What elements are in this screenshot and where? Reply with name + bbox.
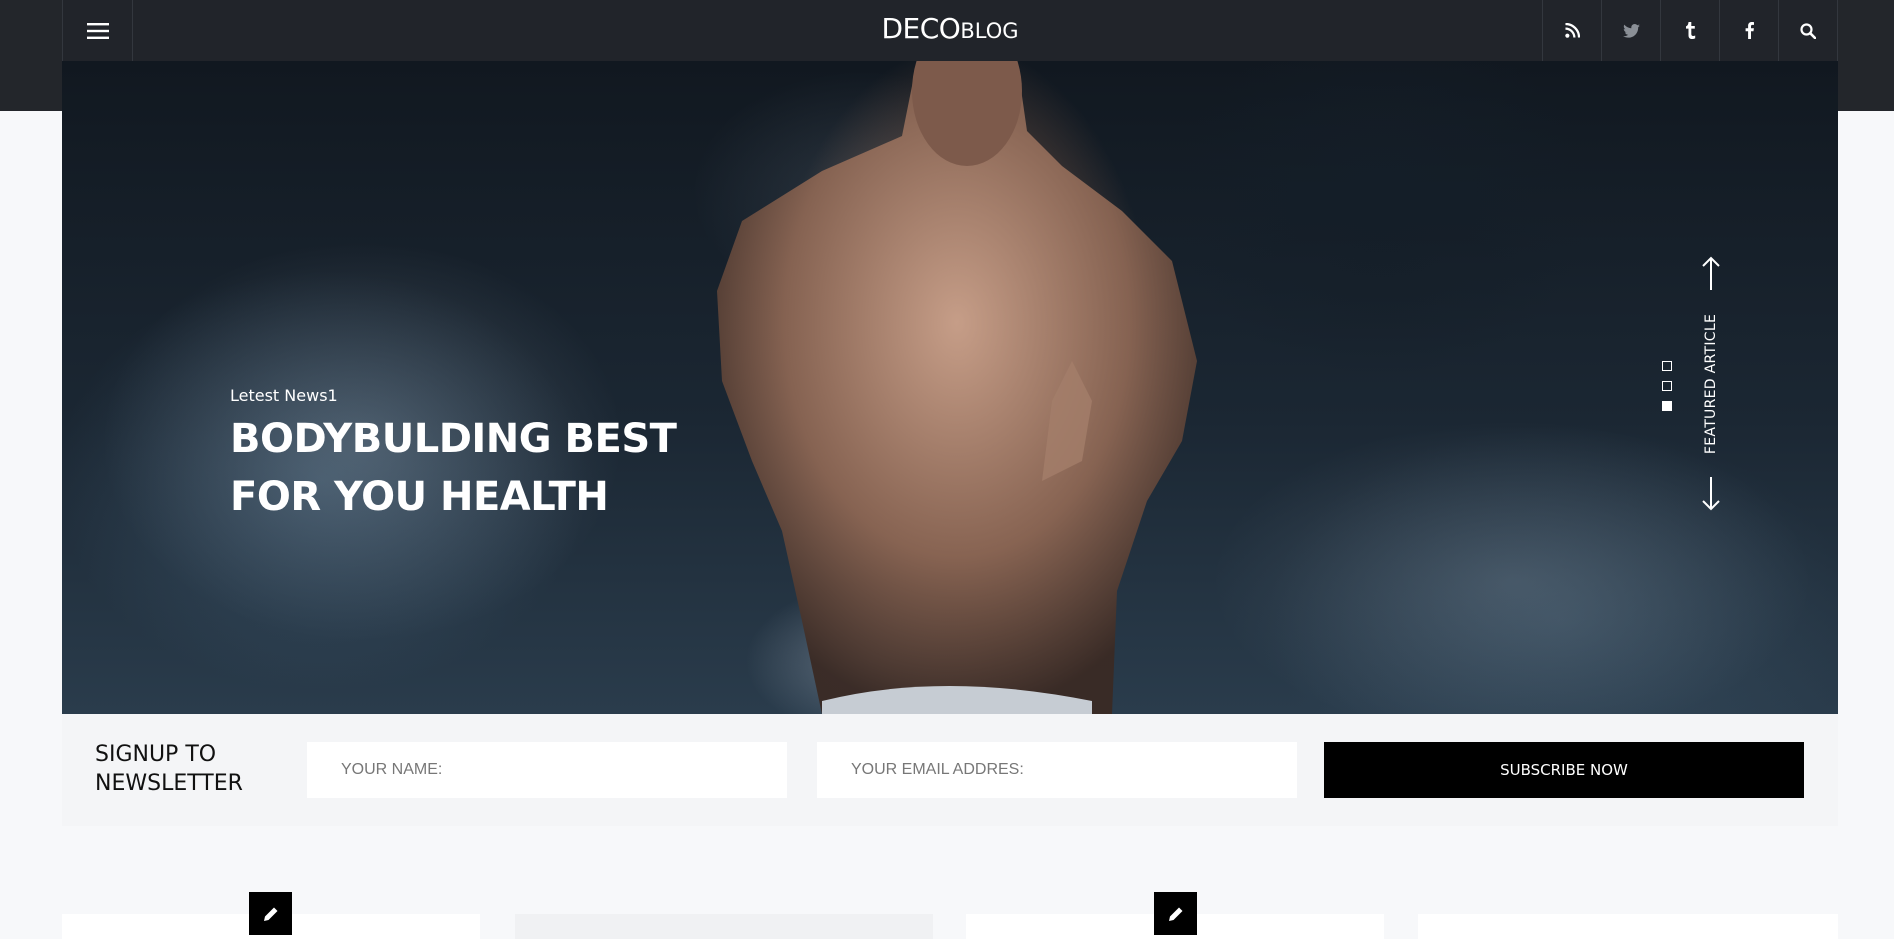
slider-dot-3-active[interactable] bbox=[1662, 401, 1672, 411]
edit-post-button-1[interactable] bbox=[249, 892, 292, 935]
logo-main-text: DECO bbox=[881, 12, 961, 45]
slider-dot-1[interactable] bbox=[1662, 361, 1672, 371]
site-logo[interactable]: DECOBLOG bbox=[881, 12, 1018, 45]
newsletter-title-line1: SIGNUP TO bbox=[95, 742, 217, 767]
site-header: DECOBLOG bbox=[62, 0, 1838, 61]
arrow-down-icon bbox=[1702, 477, 1720, 511]
hero-headline[interactable]: BODYBULDING BEST FOR YOU HEALTH bbox=[230, 410, 750, 526]
slider-dot-2[interactable] bbox=[1662, 381, 1672, 391]
slider-pagination bbox=[1662, 361, 1674, 421]
newsletter-title-line2: NEWSLETTER bbox=[95, 771, 243, 796]
search-button[interactable] bbox=[1778, 0, 1837, 61]
email-input[interactable] bbox=[817, 742, 1297, 798]
featured-article-nav: FEATURED ARTICLE bbox=[1698, 256, 1724, 511]
hero-kicker[interactable]: Letest News1 bbox=[230, 386, 338, 405]
post-card-4[interactable] bbox=[1418, 914, 1838, 939]
twitter-button[interactable] bbox=[1601, 0, 1660, 61]
arrow-up-icon bbox=[1702, 256, 1720, 290]
rss-icon bbox=[1564, 23, 1580, 38]
hero-slider: Letest News1 BODYBULDING BEST FOR YOU HE… bbox=[62, 61, 1838, 714]
search-icon bbox=[1800, 22, 1816, 39]
name-input[interactable] bbox=[307, 742, 787, 798]
logo-sub-text: BLOG bbox=[960, 19, 1019, 43]
pencil-icon bbox=[1168, 907, 1182, 921]
newsletter-title: SIGNUP TO NEWSLETTER bbox=[95, 740, 243, 798]
facebook-button[interactable] bbox=[1719, 0, 1778, 61]
tumblr-button[interactable] bbox=[1660, 0, 1719, 61]
previous-slide-button[interactable] bbox=[1698, 256, 1724, 292]
hamburger-menu-icon bbox=[86, 22, 109, 39]
edit-post-button-2[interactable] bbox=[1154, 892, 1197, 935]
featured-article-label: FEATURED ARTICLE bbox=[1703, 313, 1719, 454]
menu-button[interactable] bbox=[63, 0, 133, 61]
pencil-icon bbox=[263, 907, 277, 921]
post-card-2[interactable] bbox=[515, 914, 933, 939]
subscribe-button[interactable]: SUBSCRIBE NOW bbox=[1324, 742, 1804, 798]
twitter-icon bbox=[1622, 23, 1640, 38]
rss-button[interactable] bbox=[1542, 0, 1601, 61]
next-slide-button[interactable] bbox=[1698, 475, 1724, 511]
newsletter-signup: SIGNUP TO NEWSLETTER SUBSCRIBE NOW bbox=[62, 714, 1838, 826]
social-links bbox=[1542, 0, 1837, 61]
facebook-icon bbox=[1745, 22, 1754, 39]
tumblr-icon bbox=[1685, 22, 1695, 39]
